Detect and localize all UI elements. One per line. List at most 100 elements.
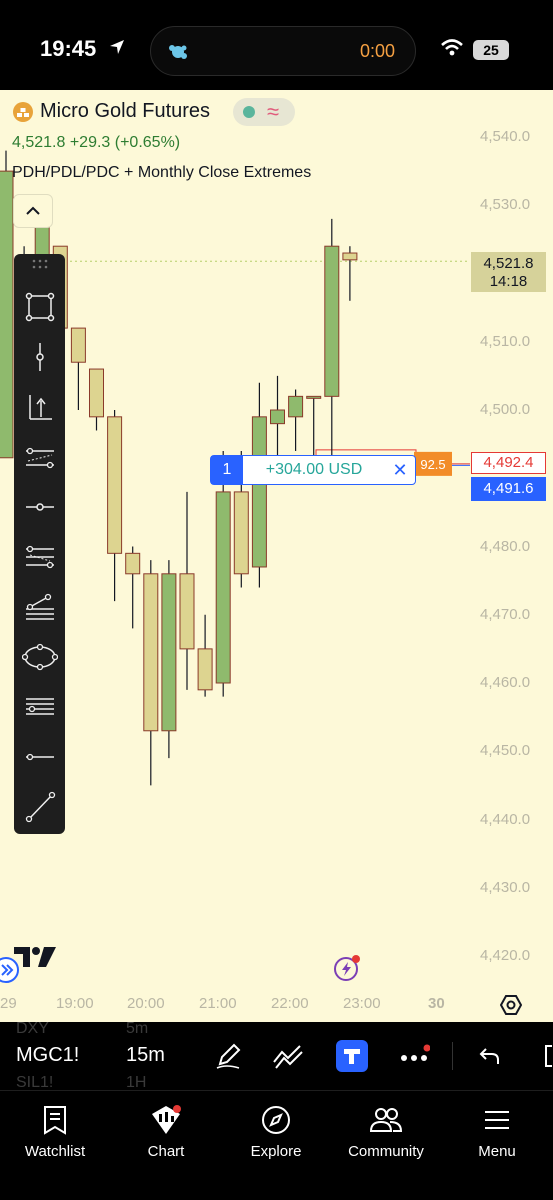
ellipse-tool[interactable] (19, 638, 60, 676)
ghost-symbol-top: DXY (16, 1022, 49, 1037)
bar-countdown: 14:18 (489, 273, 528, 290)
chart-type-button[interactable] (272, 1040, 304, 1072)
candle-body (125, 552, 141, 575)
ellipse-icon (21, 643, 58, 671)
tradingview-logo-icon (14, 947, 56, 967)
chart-area[interactable]: 92.5 Micro Gold Futures ≈ 4,521.8 +29.3 … (0, 90, 553, 1022)
candle-body (215, 491, 231, 684)
position-qty: 1 (211, 456, 243, 484)
current-price-tag: 4,521.8 14:18 (471, 252, 546, 292)
horizontal-ray-tool[interactable] (19, 488, 60, 526)
undo-icon (479, 1048, 499, 1064)
candle-body (89, 368, 104, 418)
divider (452, 1042, 453, 1070)
price-axis-label: 4,470.0 (480, 605, 531, 623)
position-price-tag[interactable]: 4,491.6 (471, 477, 546, 501)
position-pnl-label[interactable]: 1 +304.00 USD ✕ (210, 455, 416, 485)
status-pills[interactable]: ≈ (233, 98, 295, 126)
gold-bars-icon (13, 101, 33, 122)
order-price-tag[interactable]: 4,492.4 (471, 452, 546, 474)
price-axis-label: 4,440.0 (480, 810, 531, 828)
nav-menu[interactable]: Menu (442, 1103, 552, 1160)
price-axis-label: 4,430.0 (480, 878, 531, 896)
more-button[interactable] (398, 1040, 430, 1072)
candle-body (70, 327, 86, 363)
symbol-selector[interactable]: MGC1! (16, 1044, 79, 1067)
ghost-symbol-bottom: SIL1! (16, 1074, 54, 1090)
indicators-button[interactable] (336, 1040, 368, 1072)
symbol-title[interactable]: Micro Gold Futures (12, 100, 210, 123)
horizontal-line-icon (25, 753, 54, 761)
candle-body (233, 491, 249, 575)
drawing-tools-button[interactable] (212, 1040, 244, 1072)
fib-retracement-icon (25, 593, 54, 620)
nav-explore[interactable]: Explore (221, 1103, 331, 1160)
time-axis-label: 23:00 (343, 995, 381, 1012)
timeframe-selector[interactable]: 15m (126, 1044, 165, 1067)
vertical-line-icon (35, 343, 44, 371)
fullscreen-button[interactable] (530, 1040, 553, 1072)
location-arrow-icon (110, 40, 124, 54)
order-qty-text: 92.5 (420, 457, 445, 472)
nav-label-watchlist: Watchlist (24, 1143, 86, 1160)
rectangle-tool[interactable] (19, 288, 60, 326)
fib-channel-tool[interactable] (19, 538, 60, 576)
fullscreen-icon (545, 1045, 552, 1067)
wifi-icon (441, 39, 463, 56)
close-position-button[interactable]: ✕ (385, 460, 415, 481)
candle-body (288, 395, 304, 418)
ghost-tf-top: 5m (126, 1022, 149, 1037)
undo-button[interactable] (474, 1040, 506, 1072)
price-axis-label: 4,510.0 (480, 332, 531, 350)
collapse-legend-button[interactable] (13, 194, 53, 228)
alerts-bolt-icon[interactable] (333, 954, 361, 982)
time-axis-label: 20:00 (127, 995, 165, 1012)
ghost-tf-bottom: 1H (126, 1074, 147, 1090)
fib-retracement-tool[interactable] (19, 588, 60, 626)
dynamic-island[interactable]: 0:00 (150, 26, 416, 76)
trend-line-tool[interactable] (19, 788, 60, 826)
nav-watchlist[interactable]: Watchlist (0, 1103, 110, 1160)
settings-hex-icon[interactable] (500, 994, 522, 1016)
gann-fan-tool[interactable] (19, 688, 60, 726)
position-pnl: +304.00 USD (265, 461, 363, 478)
activity-icon (169, 45, 187, 59)
candle-body (161, 573, 177, 732)
price-axis-label: 4,500.0 (480, 401, 531, 418)
candle-body (251, 416, 267, 568)
indicator-legend[interactable]: PDH/PDL/PDC + Monthly Close Extremes (12, 164, 311, 182)
drawing-toolbar (14, 254, 65, 834)
toolbar-drag-handle[interactable] (19, 254, 60, 274)
horizontal-lines-icon (25, 698, 54, 715)
price-axis-label: 4,540.0 (480, 128, 531, 145)
symbol-name: Micro Gold Futures (40, 100, 211, 122)
chart-nav-icon (152, 1105, 181, 1134)
delayed-data-icon: ≈ (267, 99, 280, 124)
fib-channel-icon (25, 545, 54, 569)
price-axis-label: 4,460.0 (480, 674, 531, 691)
price-range-icon (28, 395, 52, 420)
price-range-tool[interactable] (19, 388, 60, 426)
candle-body (0, 170, 14, 459)
nav-chart[interactable]: Chart (111, 1103, 221, 1160)
pen-icon (216, 1043, 241, 1069)
price-axis-label: 4,420.0 (480, 947, 531, 964)
parallel-channel-tool[interactable] (19, 438, 60, 476)
battery-icon: 25 (473, 40, 509, 60)
nav-label-community: Community (348, 1143, 424, 1160)
horizontal-line-tool[interactable] (19, 738, 60, 776)
chevron-up-icon (26, 206, 40, 215)
market-open-dot-icon (243, 106, 255, 118)
nav-label-menu: Menu (478, 1143, 516, 1160)
drag-handle-icon (32, 259, 47, 269)
clock: 19:45 (40, 36, 97, 61)
price-axis-label: 4,530.0 (480, 196, 531, 214)
price-change: 4,521.8 +29.3 (+0.65%) (12, 134, 181, 151)
time-axis-label: 21:00 (199, 995, 237, 1012)
tradingview-fx-icon (344, 1049, 360, 1064)
candlestick-chart[interactable]: 92.5 (0, 90, 553, 1022)
compass-icon (262, 1106, 290, 1134)
nav-community[interactable]: Community (331, 1103, 441, 1160)
nav-label-explore: Explore (250, 1143, 302, 1160)
vertical-line-tool[interactable] (19, 338, 60, 376)
